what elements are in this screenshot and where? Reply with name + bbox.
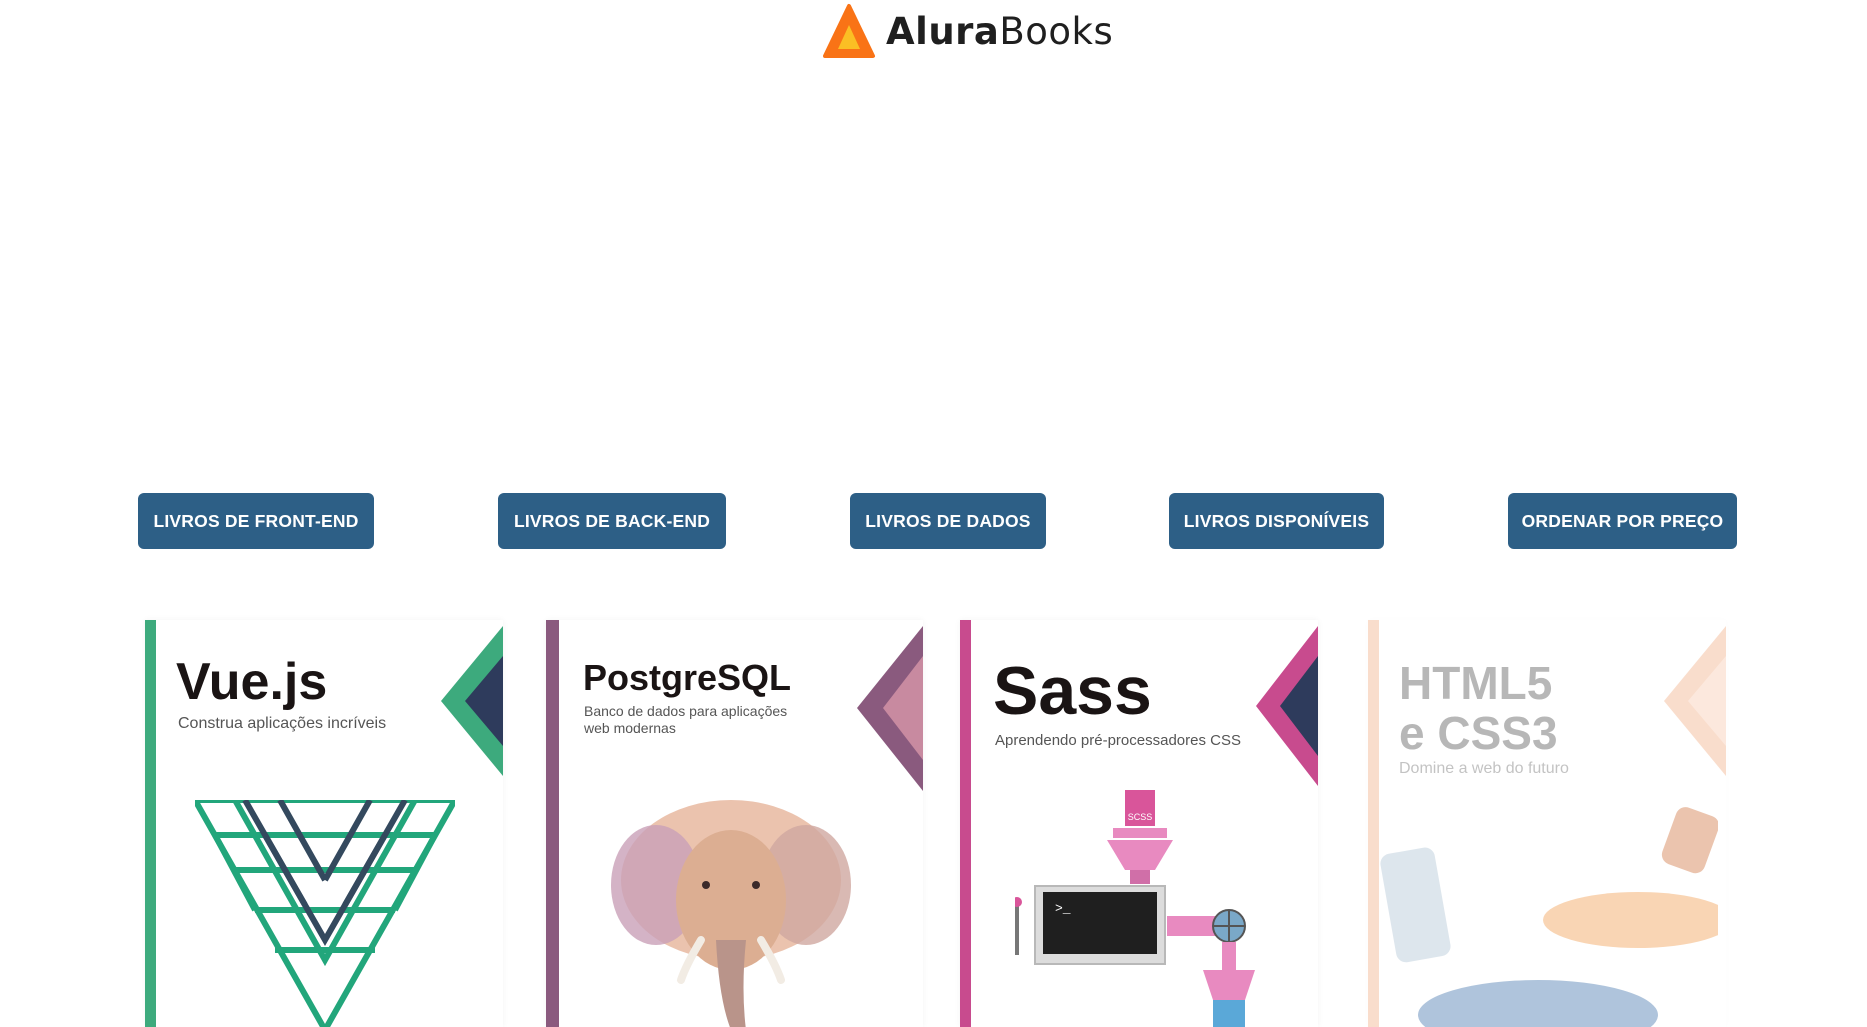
- logo-text-regular: Books: [999, 9, 1114, 53]
- paint-bottles-icon: [1380, 807, 1718, 1027]
- book-card-html5-css3[interactable]: HTML5 e CSS3 Domine a web do futuro: [1368, 620, 1726, 1027]
- header: AluraBooks: [0, 0, 1867, 70]
- cover-chevron-decoration: [1664, 626, 1726, 776]
- book-subtitle: Construa aplicações incríveis: [178, 715, 387, 732]
- data-books-button[interactable]: LIVROS DE DADOS: [850, 493, 1046, 549]
- book-title: PostgreSQL: [583, 657, 792, 698]
- elephant-icon: [611, 800, 851, 1027]
- logo-text: AluraBooks: [886, 10, 1113, 53]
- book-card-postgresql[interactable]: PostgreSQL Banco de dados para aplicaçõe…: [546, 620, 923, 1027]
- book-spine: [145, 620, 156, 1027]
- filter-bar: LIVROS DE FRONT-END LIVROS DE BACK-END L…: [0, 493, 1867, 549]
- logo-text-bold: Alura: [886, 9, 1000, 53]
- cover-chevron-decoration: [441, 626, 503, 776]
- sass-machine-icon: SCSS >_: [1015, 790, 1255, 1027]
- book-card-sass[interactable]: Sass Aprendendo pré-processadores CSS SC…: [960, 620, 1318, 1027]
- back-end-books-button[interactable]: LIVROS DE BACK-END: [498, 493, 726, 549]
- book-title: Sass: [993, 653, 1152, 729]
- book-title-line2: e CSS3: [1399, 707, 1558, 759]
- vue-logo-icon: [195, 800, 455, 1027]
- available-books-button[interactable]: LIVROS DISPONÍVEIS: [1169, 493, 1384, 549]
- book-card-vuejs[interactable]: Vue.js Construa aplicações incríveis: [145, 620, 503, 1027]
- book-spine: [546, 620, 559, 1027]
- book-title: Vue.js: [176, 653, 328, 711]
- book-title-line1: HTML5: [1399, 657, 1553, 709]
- book-subtitle-line2: web modernas: [584, 720, 676, 736]
- sort-by-price-button[interactable]: ORDENAR POR PREÇO: [1508, 493, 1737, 549]
- book-spine: [960, 620, 971, 1027]
- front-end-books-button[interactable]: LIVROS DE FRONT-END: [138, 493, 374, 549]
- cover-chevron-decoration: [857, 626, 923, 791]
- book-subtitle-line1: Banco de dados para aplicações: [584, 703, 788, 719]
- alurabooks-logo[interactable]: AluraBooks: [822, 0, 1113, 62]
- triangle-logo-icon: [823, 4, 875, 58]
- scss-file-label: SCSS: [1128, 812, 1153, 822]
- cover-chevron-decoration: [1256, 626, 1318, 786]
- terminal-prompt: >_: [1055, 901, 1071, 916]
- book-subtitle: Aprendendo pré-processadores CSS: [995, 732, 1241, 749]
- book-subtitle: Domine a web do futuro: [1399, 760, 1569, 777]
